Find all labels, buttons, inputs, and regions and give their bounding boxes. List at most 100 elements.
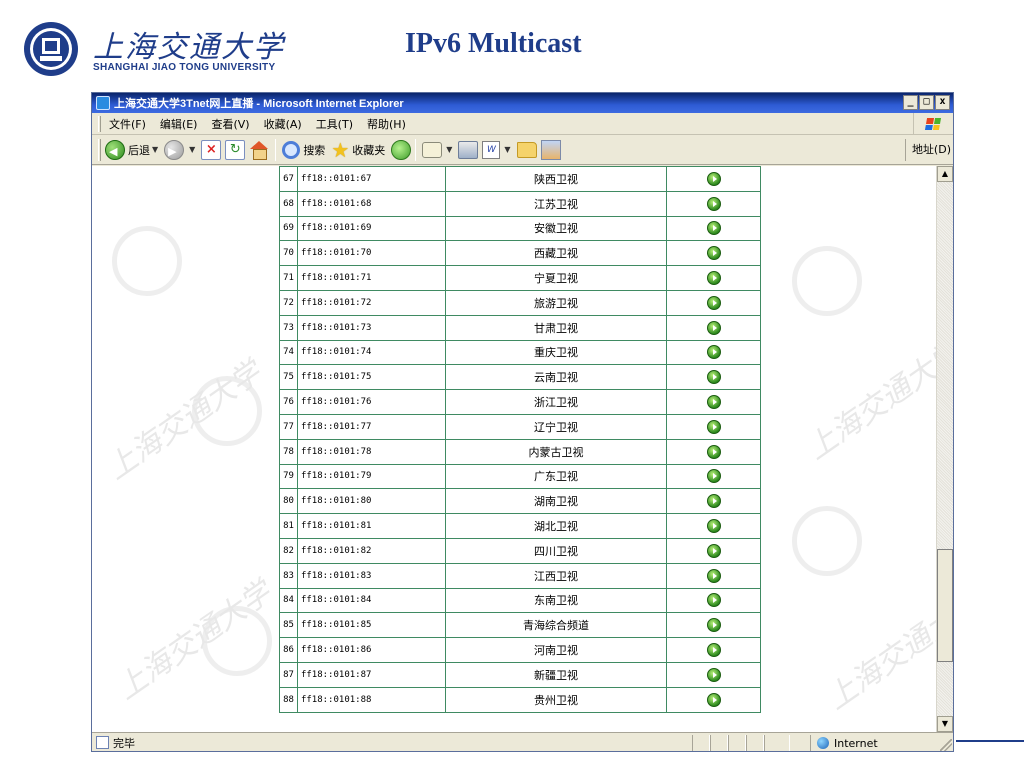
- play-status-icon[interactable]: [706, 395, 721, 410]
- scroll-thumb[interactable]: [937, 549, 953, 662]
- channel-status[interactable]: [666, 438, 761, 465]
- forward-button[interactable]: ▶ ▼: [164, 139, 195, 160]
- channel-status[interactable]: [666, 389, 761, 415]
- forward-dropdown-icon[interactable]: ▼: [189, 145, 195, 154]
- menu-tools[interactable]: 工具(T): [316, 116, 353, 132]
- channel-status[interactable]: [666, 215, 761, 242]
- channel-status[interactable]: [666, 612, 761, 639]
- channel-status[interactable]: [666, 413, 761, 440]
- play-status-icon[interactable]: [706, 295, 721, 310]
- channel-name[interactable]: 旅游卫视: [444, 289, 668, 316]
- resize-grip-icon[interactable]: [940, 739, 952, 751]
- channel-name[interactable]: 甘肃卫视: [444, 314, 668, 341]
- channel-status[interactable]: [666, 265, 761, 291]
- scroll-up-arrow-icon[interactable]: ▲: [937, 166, 953, 182]
- play-status-icon[interactable]: [706, 469, 721, 484]
- back-button[interactable]: ◀ 后退 ▼: [105, 139, 158, 160]
- play-status-icon[interactable]: [706, 444, 721, 459]
- scroll-down-arrow-icon[interactable]: ▼: [937, 716, 953, 732]
- channel-name[interactable]: 重庆卫视: [444, 339, 668, 366]
- edit-dropdown-icon[interactable]: ▼: [504, 145, 510, 154]
- title-bar[interactable]: 上海交通大学3Tnet网上直播 - Microsoft Internet Exp…: [92, 93, 953, 113]
- messenger-icon[interactable]: [540, 139, 561, 160]
- play-status-icon[interactable]: [706, 692, 721, 707]
- channel-name[interactable]: 东南卫视: [444, 587, 668, 614]
- channel-name[interactable]: 四川卫视: [444, 537, 668, 564]
- channel-name[interactable]: 宁夏卫视: [444, 265, 668, 291]
- channel-status[interactable]: [666, 364, 761, 391]
- channel-name[interactable]: 江西卫视: [444, 562, 668, 589]
- channel-status[interactable]: [666, 587, 761, 614]
- toolbar-grip[interactable]: [98, 138, 101, 161]
- play-status-icon[interactable]: [706, 171, 721, 186]
- play-status-icon[interactable]: [706, 370, 721, 385]
- ie-app-icon[interactable]: [96, 96, 110, 110]
- media-icon[interactable]: [391, 139, 412, 160]
- channel-name[interactable]: 云南卫视: [444, 364, 668, 391]
- vertical-scrollbar[interactable]: ▲ ▼: [936, 166, 953, 732]
- play-status-icon[interactable]: [706, 419, 721, 434]
- print-icon[interactable]: [458, 140, 479, 159]
- mail-button[interactable]: ▼: [422, 141, 452, 158]
- channel-status[interactable]: [666, 637, 761, 663]
- search-button[interactable]: 搜索: [282, 140, 325, 159]
- channel-status[interactable]: [666, 686, 761, 713]
- channel-name[interactable]: 陕西卫视: [444, 166, 668, 192]
- menu-file[interactable]: 文件(F): [109, 116, 146, 132]
- home-icon[interactable]: [249, 140, 269, 160]
- channel-name[interactable]: 辽宁卫视: [444, 413, 668, 440]
- channel-status[interactable]: [666, 339, 761, 366]
- mail-dropdown-icon[interactable]: ▼: [446, 145, 452, 154]
- play-status-icon[interactable]: [706, 345, 721, 360]
- channel-name[interactable]: 江苏卫视: [444, 190, 668, 217]
- channel-name[interactable]: 内蒙古卫视: [444, 438, 668, 465]
- channel-status[interactable]: [666, 190, 761, 217]
- close-button[interactable]: x: [935, 95, 950, 110]
- channel-status[interactable]: [666, 513, 761, 539]
- channel-name[interactable]: 湖北卫视: [444, 513, 668, 539]
- stop-icon[interactable]: ×: [201, 139, 222, 160]
- play-status-icon[interactable]: [706, 494, 721, 509]
- play-status-icon[interactable]: [706, 271, 721, 286]
- channel-name[interactable]: 西藏卫视: [444, 240, 668, 267]
- menu-help[interactable]: 帮助(H): [367, 116, 406, 132]
- channel-status[interactable]: [666, 166, 761, 192]
- play-status-icon[interactable]: [706, 246, 721, 261]
- menu-view[interactable]: 查看(V): [211, 116, 249, 132]
- edit-button[interactable]: W ▼: [482, 140, 511, 159]
- menu-favorites[interactable]: 收藏(A): [264, 116, 302, 132]
- maximize-button[interactable]: □: [919, 95, 934, 110]
- channel-status[interactable]: [666, 240, 761, 267]
- channel-status[interactable]: [666, 661, 761, 688]
- menu-edit[interactable]: 编辑(E): [160, 116, 198, 132]
- back-dropdown-icon[interactable]: ▼: [152, 145, 158, 154]
- play-status-icon[interactable]: [706, 618, 721, 633]
- play-status-icon[interactable]: [706, 643, 721, 658]
- refresh-icon[interactable]: ↻: [225, 139, 246, 160]
- play-status-icon[interactable]: [706, 568, 721, 583]
- channel-status[interactable]: [666, 463, 761, 490]
- channel-name[interactable]: 浙江卫视: [444, 389, 668, 415]
- channel-name[interactable]: 新疆卫视: [444, 661, 668, 688]
- channel-name[interactable]: 安徽卫视: [444, 215, 668, 242]
- play-status-icon[interactable]: [706, 543, 721, 558]
- channel-name[interactable]: 湖南卫视: [444, 488, 668, 515]
- channel-status[interactable]: [666, 562, 761, 589]
- play-status-icon[interactable]: [706, 196, 721, 211]
- channel-status[interactable]: [666, 537, 761, 564]
- play-status-icon[interactable]: [706, 221, 721, 236]
- channel-status[interactable]: [666, 314, 761, 341]
- menubar-grip[interactable]: [98, 115, 101, 132]
- play-status-icon[interactable]: [706, 667, 721, 682]
- channel-name[interactable]: 河南卫视: [444, 637, 668, 663]
- play-status-icon[interactable]: [706, 519, 721, 534]
- play-status-icon[interactable]: [706, 320, 721, 335]
- minimize-button[interactable]: _: [903, 95, 918, 110]
- folder-icon[interactable]: [516, 141, 537, 158]
- favorites-button[interactable]: ★ 收藏夹: [331, 138, 385, 162]
- channel-name[interactable]: 青海综合频道: [444, 612, 668, 639]
- address-label[interactable]: 地址(D): [904, 139, 951, 161]
- channel-status[interactable]: [666, 488, 761, 515]
- channel-name[interactable]: 广东卫视: [444, 463, 668, 490]
- security-zone[interactable]: Internet: [810, 735, 935, 751]
